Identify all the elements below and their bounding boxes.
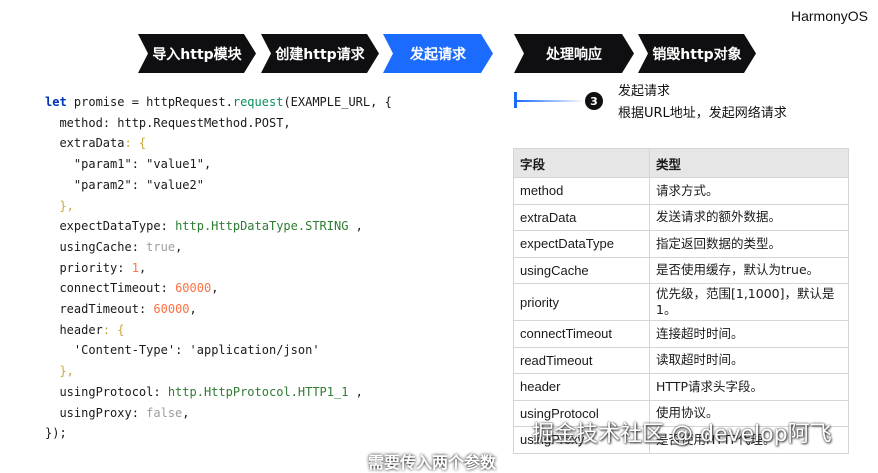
- field-desc: 优先级，范围[1,1000]，默认是1。: [649, 283, 849, 321]
- field-desc: 请求方式。: [649, 177, 849, 205]
- step-import-http: 导入http模块: [138, 34, 256, 73]
- code-text: });: [45, 426, 67, 441]
- field-name: method: [513, 177, 650, 205]
- code-key: extraData: [59, 136, 125, 151]
- code-key: 'Content-Type': [73, 343, 176, 358]
- code-key: usingProtocol: [59, 384, 154, 399]
- field-name: header: [513, 373, 650, 401]
- field-name: connectTimeout: [513, 320, 650, 348]
- parameters-table: 字段 类型 method 请求方式。 extraData 发送请求的额外数据。 ex…: [513, 148, 849, 454]
- code-boolean: true: [146, 239, 176, 254]
- code-key: readTimeout: [59, 302, 139, 317]
- table-row: method 请求方式。: [513, 177, 849, 205]
- field-name: readTimeout: [513, 346, 650, 374]
- code-string: "value1": [146, 157, 204, 172]
- table-row: header HTTP请求头字段。: [513, 373, 849, 401]
- watermark: 掘金技术社区 @ develop阿飞: [532, 422, 832, 447]
- code-snippet: let promise = httpRequest.request(EXAMPL…: [45, 95, 392, 441]
- field-name: expectDataType: [513, 230, 650, 258]
- code-brace: },: [59, 364, 74, 379]
- field-desc: 连接超时时间。: [649, 320, 849, 348]
- code-string: 'application/json': [189, 343, 320, 358]
- code-key: priority: [59, 260, 118, 275]
- code-key: connectTimeout: [59, 281, 161, 296]
- code-text: promise = httpRequest.: [66, 95, 233, 109]
- column-header-field: 字段: [513, 148, 650, 178]
- field-desc: 是否使用缓存，默认为true。: [649, 256, 849, 284]
- code-brace: },: [59, 198, 74, 213]
- code-type: http.HttpDataType.STRING: [175, 219, 349, 234]
- field-desc: 读取超时时间。: [649, 346, 849, 374]
- code-boolean: false: [146, 405, 183, 420]
- step-title: 发起请求: [618, 84, 671, 99]
- table-row: connectTimeout 连接超时时间。: [513, 320, 849, 348]
- code-brace: : {: [124, 136, 147, 151]
- step-description: 根据URL地址，发起网络请求: [618, 106, 787, 121]
- step-destroy-http: 销毁http对象: [638, 34, 756, 73]
- code-type: http.HttpProtocol.HTTP1_1: [167, 384, 349, 399]
- code-key: header: [59, 322, 103, 337]
- field-desc: 发送请求的额外数据。: [649, 203, 849, 231]
- code-number: 1: [131, 260, 139, 275]
- field-desc: 指定返回数据的类型。: [649, 230, 849, 258]
- code-key: method: [59, 115, 103, 130]
- step-number-badge: 3: [585, 92, 603, 110]
- code-key: expectDataType: [59, 219, 161, 234]
- table-row: priority 优先级，范围[1,1000]，默认是1。: [513, 283, 849, 321]
- table-row: readTimeout 读取超时时间。: [513, 346, 849, 374]
- harmonyos-logo: HarmonyOS: [790, 8, 868, 24]
- timeline-line: [517, 100, 585, 102]
- code-key: "param2": [73, 177, 132, 192]
- field-name: priority: [513, 283, 650, 321]
- field-desc: HTTP请求头字段。: [649, 373, 849, 401]
- process-steps: 导入http模块 创建http请求 发起请求 处理响应 销毁http对象: [0, 34, 878, 73]
- step-create-request: 创建http请求: [261, 34, 379, 73]
- step-handle-response: 处理响应: [514, 34, 634, 73]
- video-subtitle: 需要传入两个参数: [368, 453, 497, 472]
- code-number: 60000: [175, 281, 212, 296]
- code-value: : http.RequestMethod.POST,: [102, 115, 291, 130]
- code-key: usingCache: [59, 239, 132, 254]
- code-brace: : {: [102, 322, 125, 337]
- field-name: extraData: [513, 203, 650, 231]
- table-row: extraData 发送请求的额外数据。: [513, 203, 849, 231]
- code-function: request: [232, 95, 284, 109]
- code-key: "param1": [73, 157, 132, 172]
- code-number: 60000: [153, 302, 190, 317]
- column-header-type: 类型: [649, 148, 849, 178]
- code-keyword: let: [45, 95, 67, 109]
- code-text: (EXAMPLE_URL, {: [283, 95, 392, 109]
- step-send-request: 发起请求: [383, 34, 493, 73]
- table-row: usingCache 是否使用缓存，默认为true。: [513, 256, 849, 284]
- code-string: "value2": [146, 177, 204, 192]
- field-name: usingCache: [513, 256, 650, 284]
- table-header-row: 字段 类型: [513, 148, 849, 178]
- code-key: usingProxy: [59, 405, 132, 420]
- table-row: expectDataType 指定返回数据的类型。: [513, 230, 849, 258]
